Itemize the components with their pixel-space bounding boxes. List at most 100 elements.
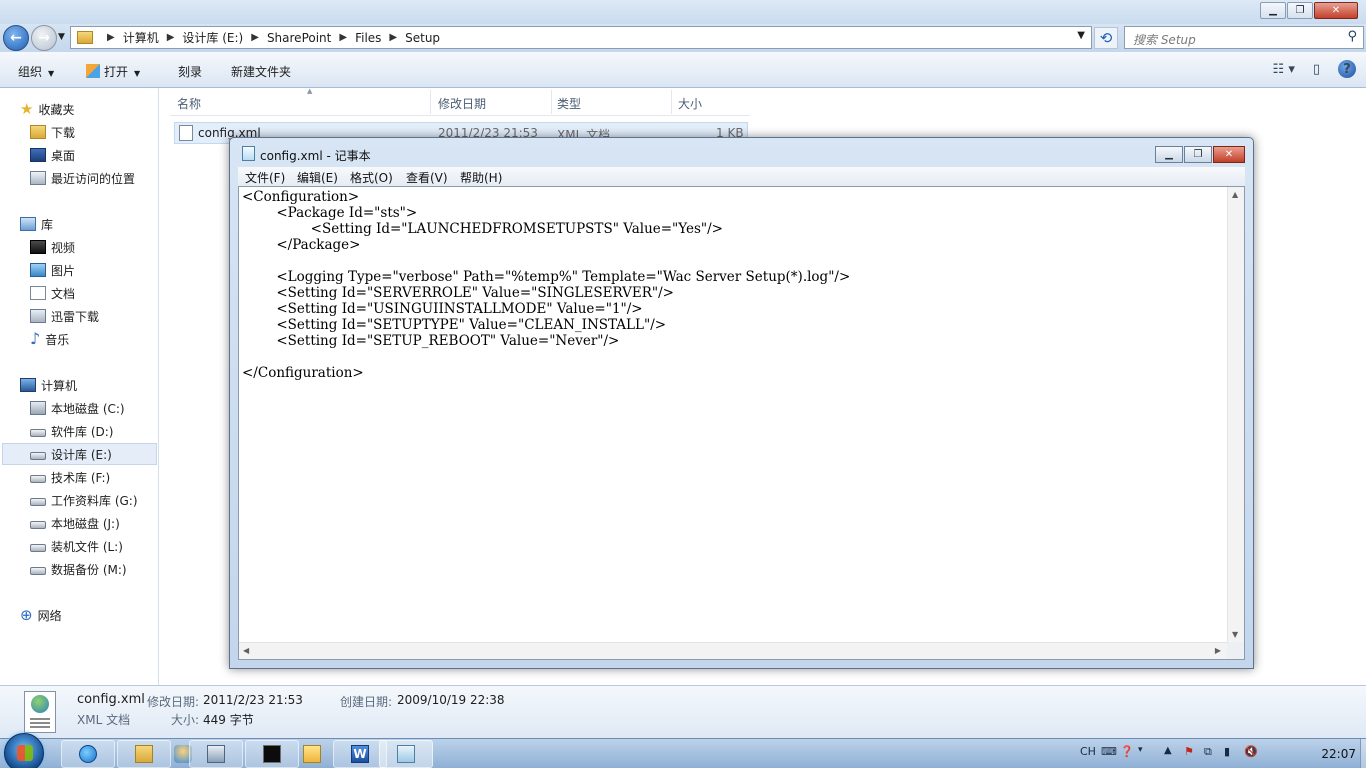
minimize-button[interactable]: ▁: [1155, 146, 1183, 163]
notepad-window[interactable]: config.xml - 记事本 ▁ ❐ ✕ 文件(F) 编辑(E) 格式(O)…: [229, 137, 1254, 669]
close-button[interactable]: ✕: [1213, 146, 1245, 163]
open-button[interactable]: 打开 ▼: [86, 63, 140, 80]
sidebar-item-music[interactable]: ♪ 音乐: [30, 328, 69, 350]
breadcrumb-setup[interactable]: Setup: [405, 31, 440, 45]
menu-help[interactable]: 帮助(H): [460, 169, 502, 186]
vertical-scrollbar[interactable]: ▲ ▼: [1227, 187, 1244, 643]
start-button[interactable]: [4, 733, 44, 768]
help-icon[interactable]: ?: [1338, 60, 1356, 78]
clock[interactable]: 22:07: [1321, 747, 1356, 761]
taskbar-ie[interactable]: [61, 740, 115, 768]
sidebar-item-computer[interactable]: 计算机: [20, 374, 77, 396]
sidebar-item-favorites[interactable]: ★ 收藏夹: [20, 98, 74, 120]
breadcrumb-files[interactable]: Files: [355, 31, 381, 45]
details-modified-label: 修改日期:: [147, 695, 200, 709]
notepad-text-area[interactable]: <Configuration> <Package Id="sts"> <Sett…: [238, 186, 1245, 660]
input-language[interactable]: CH: [1080, 745, 1096, 758]
sidebar-item-drive-d[interactable]: 软件库 (D:): [30, 420, 113, 442]
usb-device-icon[interactable]: ⧉: [1204, 745, 1212, 759]
chevron-right-icon[interactable]: ▶: [167, 32, 175, 43]
sidebar-item-network[interactable]: ⊕ 网络: [20, 604, 62, 626]
close-button[interactable]: ✕: [1314, 2, 1358, 19]
menu-view[interactable]: 查看(V): [406, 169, 448, 186]
chevron-right-icon[interactable]: ▶: [339, 32, 347, 43]
new-folder-button[interactable]: 新建文件夹: [231, 63, 291, 80]
address-bar[interactable]: ▶ 计算机 ▶ 设计库 (E:) ▶ SharePoint ▶ Files ▶ …: [70, 26, 1092, 49]
sidebar-item-drive-c[interactable]: 本地磁盘 (C:): [30, 397, 125, 419]
sidebar-item-thunder[interactable]: 迅雷下载: [30, 305, 99, 327]
horizontal-scrollbar[interactable]: ◀ ▶: [239, 642, 1227, 659]
column-divider[interactable]: [430, 90, 431, 114]
menu-file[interactable]: 文件(F): [245, 169, 285, 186]
notepad-text-content[interactable]: <Configuration> <Package Id="sts"> <Sett…: [242, 189, 1227, 641]
preview-pane-icon[interactable]: ▯: [1313, 62, 1320, 77]
sidebar-item-label: 库: [41, 217, 54, 232]
search-input[interactable]: 搜索 Setup ⚲: [1124, 26, 1364, 49]
word-icon: W: [351, 745, 369, 763]
organize-button[interactable]: 组织 ▼: [18, 63, 54, 80]
show-hidden-icons[interactable]: ▲: [1164, 745, 1172, 756]
ime-options-icon[interactable]: ▾: [1138, 745, 1143, 755]
network-status-icon[interactable]: ▮: [1224, 745, 1230, 758]
column-header-size[interactable]: 大小: [678, 95, 702, 115]
recent-pages-icon[interactable]: ▼: [58, 32, 65, 42]
taskbar-cmd[interactable]: [245, 740, 299, 768]
action-center-icon[interactable]: ⚑: [1184, 745, 1194, 758]
column-divider[interactable]: [671, 90, 672, 114]
search-icon[interactable]: ⚲: [1347, 29, 1357, 44]
menu-format[interactable]: 格式(O): [350, 169, 393, 186]
computer-icon: [20, 378, 36, 392]
chevron-right-icon[interactable]: ▶: [251, 32, 259, 43]
sidebar-item-drive-e[interactable]: 设计库 (E:): [2, 443, 157, 465]
forward-button[interactable]: →: [31, 25, 57, 51]
scroll-up-icon[interactable]: ▲: [1232, 190, 1238, 199]
sidebar-item-desktop[interactable]: 桌面: [30, 144, 75, 166]
burn-button[interactable]: 刻录: [178, 63, 202, 80]
view-options-icon[interactable]: ☷ ▾: [1273, 62, 1295, 77]
minimize-button[interactable]: ▁: [1260, 2, 1286, 19]
chevron-right-icon[interactable]: ▶: [389, 32, 397, 43]
help-icon[interactable]: ❓: [1120, 745, 1134, 758]
volume-muted-icon[interactable]: 🔇: [1244, 745, 1258, 758]
sidebar-item-recent[interactable]: 最近访问的位置: [30, 167, 135, 189]
taskbar-remote-desktop[interactable]: [189, 740, 243, 768]
maximize-button[interactable]: ❐: [1287, 2, 1313, 19]
back-button[interactable]: ←: [3, 25, 29, 51]
explorer-titlebar[interactable]: ▁ ❐ ✕: [0, 0, 1366, 24]
refresh-button[interactable]: ⟲: [1094, 27, 1118, 49]
sidebar-item-drive-j[interactable]: 本地磁盘 (J:): [30, 512, 120, 534]
restore-button[interactable]: ❐: [1184, 146, 1212, 163]
sidebar-item-drive-f[interactable]: 技术库 (F:): [30, 466, 110, 488]
breadcrumb-sharepoint[interactable]: SharePoint: [267, 31, 331, 45]
sidebar-item-videos[interactable]: 视频: [30, 236, 75, 258]
sidebar-item-documents[interactable]: 文档: [30, 282, 75, 304]
chevron-right-icon[interactable]: ▶: [107, 32, 115, 43]
taskbar-notepad[interactable]: [379, 740, 433, 768]
sidebar-item-libraries[interactable]: 库: [20, 213, 53, 235]
column-header-name[interactable]: 名称: [177, 95, 201, 115]
taskbar-flag[interactable]: [301, 740, 323, 768]
explorer-window-controls: ▁ ❐ ✕: [1259, 2, 1358, 19]
breadcrumb-drive-e[interactable]: 设计库 (E:): [182, 29, 243, 46]
taskbar-explorer[interactable]: [117, 740, 171, 768]
keyboard-icon[interactable]: ⌨: [1101, 745, 1117, 758]
scroll-left-icon[interactable]: ◀: [243, 646, 249, 655]
scroll-down-icon[interactable]: ▼: [1232, 630, 1238, 639]
menu-edit[interactable]: 编辑(E): [297, 169, 338, 186]
open-label: 打开: [104, 65, 129, 79]
breadcrumb-computer[interactable]: 计算机: [123, 29, 159, 46]
column-header-modified[interactable]: 修改日期: [438, 95, 486, 115]
scroll-right-icon[interactable]: ▶: [1215, 646, 1221, 655]
sidebar-item-drive-g[interactable]: 工作资料库 (G:): [30, 489, 138, 511]
sidebar-item-downloads[interactable]: 下载: [30, 121, 75, 143]
notepad-icon[interactable]: [242, 146, 255, 161]
sidebar-item-drive-m[interactable]: 数据备份 (M:): [30, 558, 127, 580]
column-divider[interactable]: [551, 90, 552, 114]
scrollbar-corner: [1227, 642, 1244, 659]
column-header-type[interactable]: 类型: [557, 95, 581, 115]
show-desktop-button[interactable]: [1360, 739, 1366, 768]
sidebar-item-label: 桌面: [51, 148, 76, 163]
sidebar-item-pictures[interactable]: 图片: [30, 259, 75, 281]
sidebar-item-drive-l[interactable]: 装机文件 (L:): [30, 535, 123, 557]
chevron-down-icon[interactable]: ▼: [1077, 30, 1085, 41]
